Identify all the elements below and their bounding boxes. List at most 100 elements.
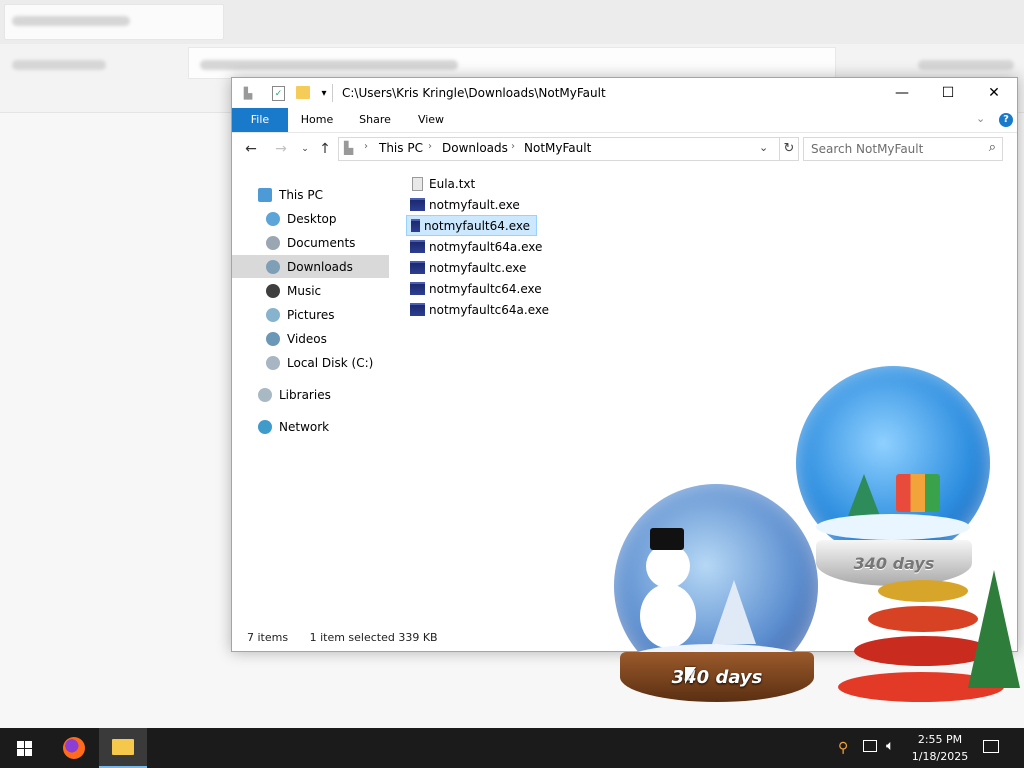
network-icon [258, 419, 272, 434]
tab-view[interactable]: View [408, 108, 454, 132]
list-item[interactable]: notmyfaultc64a.exe [406, 300, 555, 319]
address-bar[interactable]: ▙ › This PC › Downloads › NotMyFault ⌄ [338, 137, 780, 161]
executable-icon [410, 261, 425, 274]
snow-globe-front-base: 340 days [620, 652, 814, 702]
snow-ground [816, 514, 970, 540]
maximize-button[interactable]: ☐ [925, 78, 971, 108]
documents-icon [266, 235, 280, 250]
mouse-cursor-icon [685, 667, 696, 684]
this-pc-icon: ▙ [344, 141, 354, 155]
list-item[interactable]: notmyfault.exe [406, 195, 526, 214]
taskbar-firefox[interactable] [50, 728, 98, 768]
action-center-icon[interactable] [983, 740, 999, 753]
file-name: notmyfaultc64.exe [429, 281, 542, 296]
close-button[interactable]: ✕ [971, 78, 1017, 108]
sidebar-item-music[interactable]: Music [232, 279, 389, 302]
file-name: notmyfaultc64a.exe [429, 302, 549, 317]
help-icon[interactable]: ? [999, 113, 1013, 127]
divider [332, 84, 333, 102]
list-item-selected[interactable]: notmyfault64.exe [406, 215, 537, 236]
music-icon [266, 283, 280, 298]
executable-icon [410, 240, 425, 253]
sidebar-item-desktop[interactable]: Desktop [232, 207, 389, 230]
breadcrumb-notmyfault[interactable]: NotMyFault [524, 141, 591, 155]
ribbon: File Home Share View ⌄ ? [232, 108, 1017, 133]
taskbar-file-explorer[interactable] [99, 728, 147, 768]
sidebar-item-libraries[interactable]: Libraries [232, 383, 389, 406]
sidebar-item-local-disk[interactable]: Local Disk (C:) [232, 351, 389, 374]
sidebar-item-label: Documents [287, 235, 356, 250]
executable-icon [411, 219, 420, 232]
up-arrow-icon[interactable]: ↑ [317, 141, 333, 157]
file-name: notmyfault64a.exe [429, 239, 543, 254]
breadcrumb-separator-icon: › [511, 141, 515, 152]
navigation-pane: This PC Desktop Documents Downloads Musi… [232, 170, 389, 620]
sidebar-item-pictures[interactable]: Pictures [232, 303, 389, 326]
clock-date: 1/18/2025 [911, 750, 969, 763]
file-name: Eula.txt [429, 176, 476, 191]
breadcrumb-this-pc[interactable]: This PC [379, 141, 423, 155]
forward-arrow-icon[interactable]: → [273, 141, 289, 157]
executable-icon [410, 303, 425, 316]
windows-logo-icon [16, 740, 32, 756]
gifts-icon [896, 474, 940, 512]
file-name: notmyfault.exe [429, 197, 520, 212]
recent-locations-chevron-icon[interactable]: ⌄ [297, 141, 313, 157]
snowman-icon [646, 544, 690, 588]
sidebar-item-documents[interactable]: Documents [232, 231, 389, 254]
background-blur-text [12, 16, 130, 26]
search-box[interactable]: Search NotMyFault ⌕ [803, 137, 1003, 161]
tab-file[interactable]: File [232, 108, 288, 132]
sidebar-item-downloads[interactable]: Downloads [232, 255, 389, 278]
background-blur-text [12, 60, 106, 70]
firefox-icon [63, 737, 85, 759]
pc-icon [258, 187, 272, 202]
search-input[interactable]: Search NotMyFault [811, 142, 923, 156]
search-icon[interactable]: ⌕ [989, 140, 996, 155]
start-button[interactable] [0, 728, 48, 768]
list-item[interactable]: notmyfault64a.exe [406, 237, 548, 256]
pictures-icon [266, 307, 280, 322]
sidebar-item-label: Local Disk (C:) [287, 355, 374, 370]
days-countdown-label: 340 days [853, 553, 935, 573]
snow-globe-widget: 340 days 340 days [590, 360, 1024, 728]
network-status-icon[interactable] [863, 740, 877, 752]
pine-tree-icon [968, 570, 1020, 688]
notification-key-icon[interactable]: ⚲ [838, 740, 848, 756]
back-arrow-icon[interactable]: ← [243, 141, 259, 157]
list-item[interactable]: notmyfaultc.exe [406, 258, 532, 277]
taskbar: ⚲ 🔈︎ 2:55 PM 1/18/2025 [0, 728, 1024, 768]
item-count: 7 items [247, 631, 289, 644]
list-item[interactable]: notmyfaultc64.exe [406, 279, 548, 298]
sidebar-item-label: Downloads [287, 259, 353, 274]
snowman-hat-icon [650, 528, 684, 550]
sidebar-item-label: Music [287, 283, 322, 298]
file-name: notmyfault64.exe [423, 218, 530, 233]
window-title: C:\Users\Kris Kringle\Downloads\NotMyFau… [342, 86, 606, 100]
sidebar-item-videos[interactable]: Videos [232, 327, 389, 350]
title-bar: ▙ ✓ ▾ C:\Users\Kris Kringle\Downloads\No… [232, 78, 1017, 108]
tab-share[interactable]: Share [352, 108, 398, 132]
customize-toolbar-chevron-icon[interactable]: ▾ [316, 85, 332, 101]
refresh-icon[interactable]: ↻ [780, 137, 799, 161]
background-blur-text [918, 60, 1014, 70]
system-clock[interactable]: 2:55 PM 1/18/2025 [910, 731, 970, 765]
list-item[interactable]: Eula.txt [406, 174, 481, 193]
address-dropdown-chevron-icon[interactable]: ⌄ [759, 141, 768, 154]
minimize-button[interactable]: — [879, 78, 925, 108]
expand-ribbon-chevron-icon[interactable]: ⌄ [976, 112, 985, 125]
properties-icon[interactable]: ✓ [272, 86, 285, 101]
volume-icon[interactable]: 🔈︎ [886, 738, 894, 754]
clock-time: 2:55 PM [917, 733, 963, 746]
executable-icon [410, 282, 425, 295]
tab-home[interactable]: Home [294, 108, 340, 132]
breadcrumb-downloads[interactable]: Downloads [442, 141, 508, 155]
text-file-icon [412, 176, 423, 191]
background-blur-text [200, 60, 458, 70]
explorer-icon: ▙ [243, 86, 253, 100]
sidebar-item-network[interactable]: Network [232, 415, 389, 438]
new-folder-icon[interactable] [296, 86, 310, 99]
desktop-icon [266, 211, 280, 226]
folder-icon [112, 739, 134, 755]
sidebar-item-this-pc[interactable]: This PC [232, 183, 389, 206]
